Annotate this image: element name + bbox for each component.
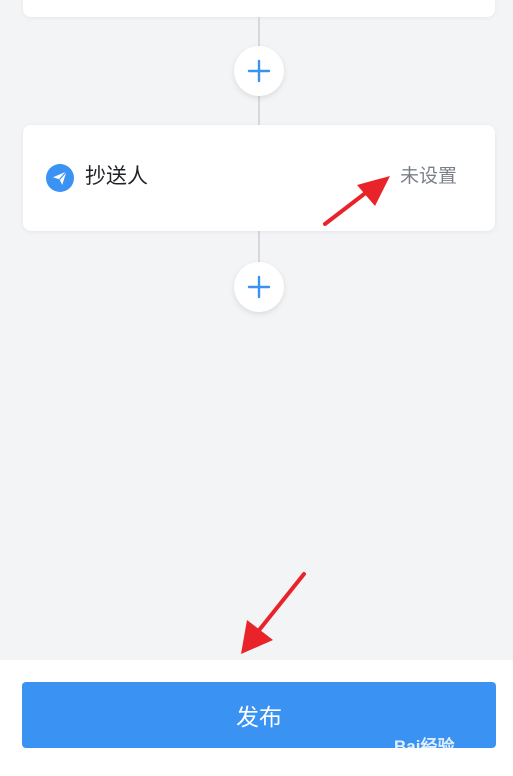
paper-plane-icon — [46, 164, 74, 192]
watermark-logo: Bai经验 jingyan.baidu.com — [392, 722, 502, 772]
previous-node-card[interactable] — [23, 0, 495, 17]
cc-node-title: 抄送人 — [85, 164, 148, 188]
cc-node-status[interactable]: 未设置 — [400, 162, 457, 190]
watermark-url: jingyan.baidu.com — [396, 752, 461, 761]
add-node-button[interactable] — [234, 262, 284, 312]
plus-icon — [247, 59, 271, 83]
cc-node-card[interactable]: 抄送人 未设置 — [23, 125, 495, 231]
plus-icon — [247, 275, 271, 299]
add-node-button[interactable] — [234, 46, 284, 96]
